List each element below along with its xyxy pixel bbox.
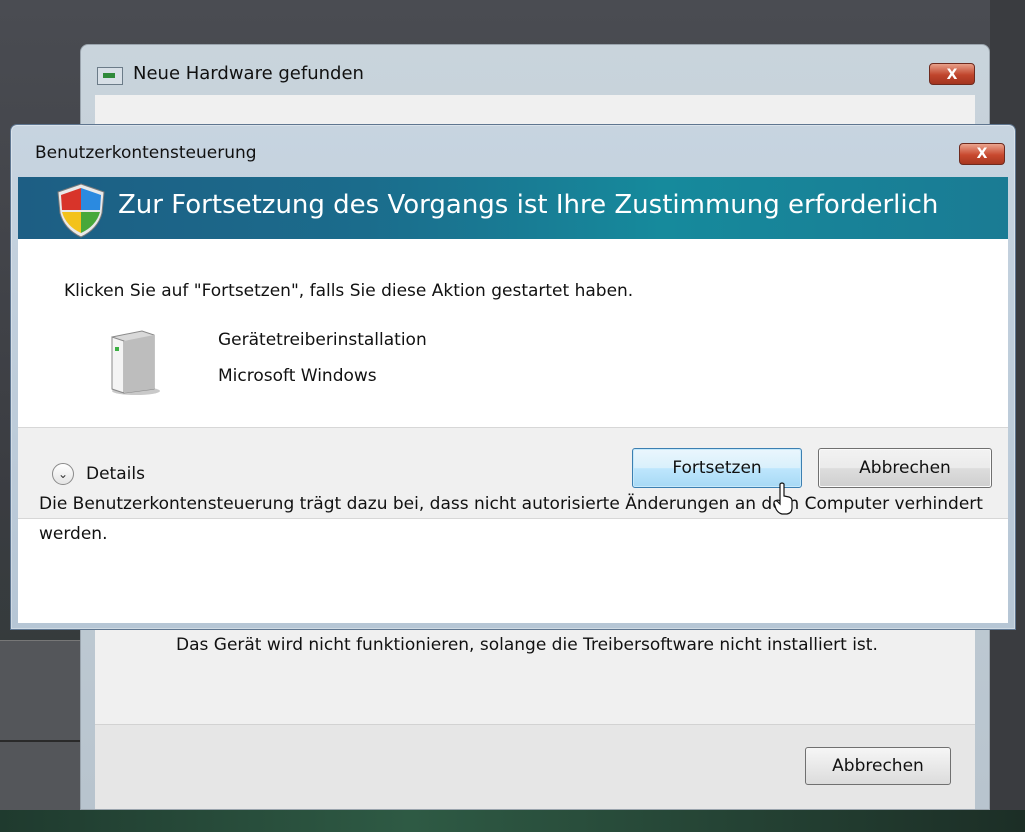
uac-close-button[interactable]: X [959,143,1005,165]
program-publisher: Microsoft Windows [218,366,377,386]
new-hardware-close-button[interactable]: X [929,63,975,85]
uac-banner-heading: Zur Fortsetzung des Vorgangs ist Ihre Zu… [118,190,939,220]
cancel-button[interactable]: Abbrechen [818,448,992,488]
new-hardware-message: Das Gerät wird nicht funktionieren, sola… [176,635,878,655]
uac-shield-icon [57,183,105,238]
program-name: Gerätetreiberinstallation [218,330,427,350]
uac-content: Zur Fortsetzung des Vorgangs ist Ihre Zu… [18,177,1008,623]
uac-banner: Zur Fortsetzung des Vorgangs ist Ihre Zu… [18,177,1008,239]
desktop-wallpaper-strip [0,810,1025,832]
new-hardware-footer: Abbrechen [95,724,975,809]
mouse-pointer-icon [773,482,793,515]
new-hardware-titlebar: Neue Hardware gefunden X [81,45,989,97]
desktop-window-fragment [0,640,80,811]
computer-tower-icon [111,330,160,395]
new-hardware-cancel-button[interactable]: Abbrechen [805,747,951,785]
chevron-down-icon[interactable]: ⌄ [52,463,74,485]
uac-info-text: Die Benutzerkontensteuerung trägt dazu b… [39,494,983,544]
desktop-divider [0,740,80,742]
details-toggle[interactable]: Details [86,464,145,484]
new-hardware-title: Neue Hardware gefunden [133,63,364,84]
uac-dialog: Benutzerkontensteuerung X Zur Fortsetzun… [10,124,1016,630]
hardware-wizard-icon [97,67,123,85]
uac-title: Benutzerkontensteuerung [35,143,257,163]
uac-question: Klicken Sie auf "Fortsetzen", falls Sie … [64,281,634,301]
